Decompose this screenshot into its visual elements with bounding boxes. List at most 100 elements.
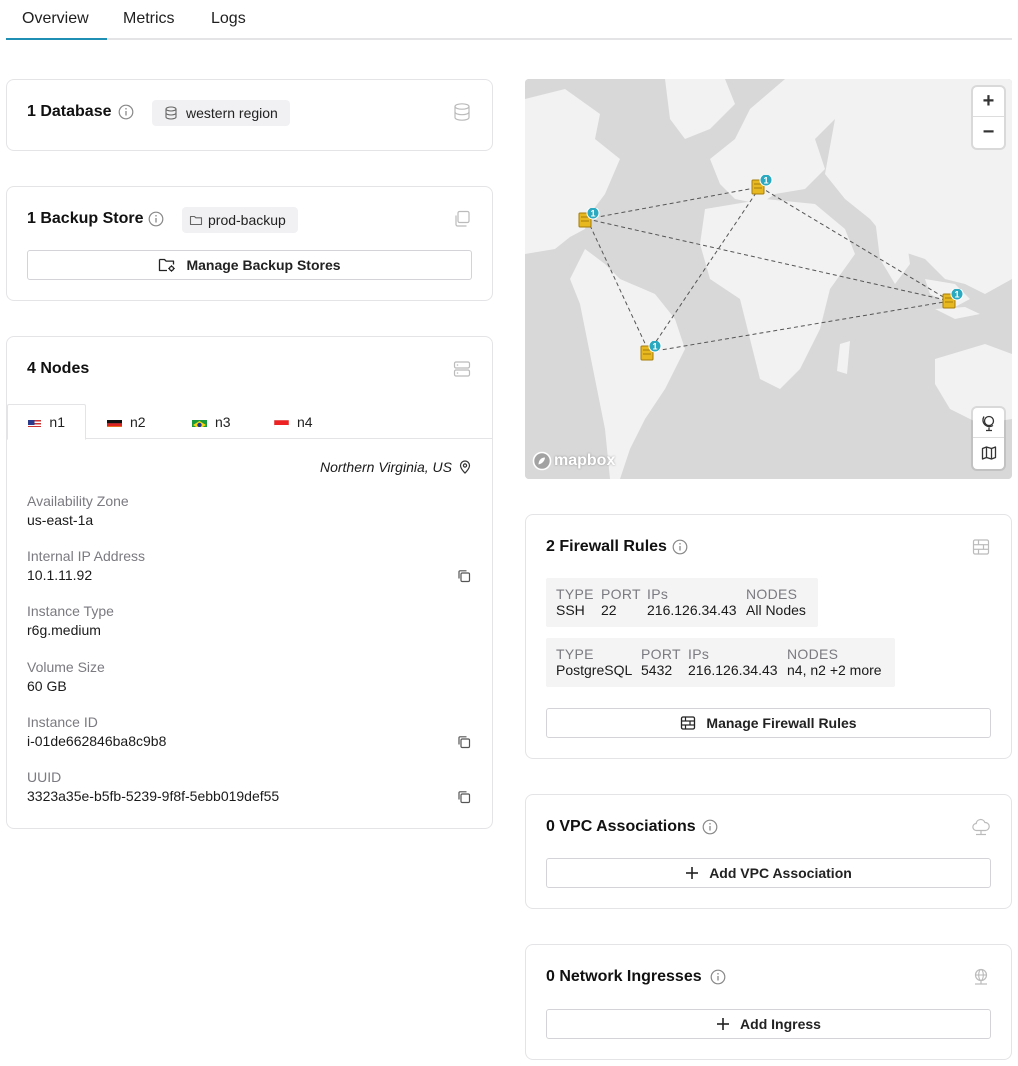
nodes-title: 4 Nodes — [27, 360, 90, 377]
rule-type-value: PostgreSQL — [556, 662, 633, 678]
globe-view-button[interactable] — [973, 408, 1004, 438]
availability-zone-label: Availability Zone — [27, 493, 129, 509]
folder-icon — [189, 215, 203, 226]
rule-type-value: SSH — [556, 602, 585, 618]
node-tab-label: n4 — [297, 413, 313, 430]
node-marker-n4[interactable]: 1 — [942, 287, 966, 316]
info-icon[interactable] — [672, 539, 688, 555]
rule-port-header: PORT — [641, 646, 681, 662]
manage-backup-stores-button[interactable]: Manage Backup Stores — [27, 250, 472, 280]
tab-metrics[interactable]: Metrics — [107, 0, 191, 40]
zoom-out-button[interactable]: − — [973, 117, 1004, 147]
region-chip: western region — [152, 100, 290, 126]
database-title: 1 Database — [27, 103, 112, 120]
instance-id-value: i-01de662846ba8c9b8 — [27, 733, 167, 749]
rule-nodes-header: NODES — [746, 586, 798, 602]
top-tabs: Overview Metrics Logs — [6, 0, 1012, 40]
cloud-network-icon — [972, 818, 990, 836]
rule-port-header: PORT — [601, 586, 641, 602]
server-marker-icon: 1 — [578, 206, 600, 228]
tab-logs[interactable]: Logs — [195, 0, 262, 40]
rule-ips-value: 216.126.34.43 — [647, 602, 737, 618]
sg-flag-icon — [274, 417, 289, 427]
manage-firewall-rules-button[interactable]: Manage Firewall Rules — [546, 708, 991, 738]
marker-count: 1 — [763, 176, 768, 186]
node-tab-label: n3 — [215, 413, 231, 430]
marker-count: 1 — [954, 290, 959, 300]
server-marker-icon: 1 — [751, 173, 773, 195]
backup-card: 1 Backup Store prod-backup Manage Backup… — [6, 186, 493, 301]
globe-icon — [981, 415, 994, 431]
vpc-title: 0 VPC Associations — [546, 818, 696, 835]
node-marker-n3[interactable]: 1 — [640, 339, 664, 368]
firewall-icon — [972, 539, 990, 555]
region-chip-label: western region — [186, 105, 278, 121]
firewall-rule: TYPE PostgreSQL PORT 5432 IPs 216.126.34… — [546, 638, 895, 687]
internal-ip-value: 10.1.11.92 — [27, 567, 93, 583]
info-icon[interactable] — [118, 104, 134, 120]
database-icon — [454, 103, 470, 121]
rule-type-header: TYPE — [556, 646, 594, 662]
availability-zone-value: us-east-1a — [27, 512, 94, 528]
instance-type-value: r6g.medium — [27, 622, 101, 638]
ingress-title: 0 Network Ingresses — [546, 968, 702, 985]
server-icon — [453, 361, 471, 377]
world-map — [525, 79, 1012, 479]
folder-settings-icon — [159, 258, 176, 272]
copy-stack-icon — [455, 210, 470, 227]
backup-store-chip-label: prod-backup — [208, 212, 286, 228]
node-location: Northern Virginia, US — [320, 459, 472, 475]
node-tab-n1[interactable]: n1 — [7, 404, 86, 440]
zoom-in-button[interactable]: + — [973, 87, 1004, 117]
nodes-card: 4 Nodes n1 n2 n3 n4 Northern Virginia, U… — [6, 336, 493, 829]
rule-nodes-header: NODES — [787, 646, 839, 662]
manage-firewall-rules-label: Manage Firewall Rules — [706, 715, 857, 731]
rule-nodes-value: All Nodes — [746, 602, 806, 618]
map-icon — [981, 446, 996, 460]
globe-network-icon — [974, 968, 988, 985]
vpc-card: 0 VPC Associations Add VPC Association — [525, 794, 1012, 909]
add-ingress-label: Add Ingress — [740, 1016, 821, 1032]
node-tab-n2[interactable]: n2 — [87, 404, 166, 439]
rule-nodes-value: n4, n2 +2 more — [787, 662, 882, 678]
add-ingress-button[interactable]: Add Ingress — [546, 1009, 991, 1039]
info-icon[interactable] — [148, 211, 164, 227]
node-tab-label: n2 — [130, 413, 146, 430]
volume-size-label: Volume Size — [27, 659, 105, 675]
copy-icon[interactable] — [457, 735, 471, 749]
mapbox-logo[interactable]: mapbox — [532, 451, 615, 471]
node-marker-n2[interactable]: 1 — [751, 173, 775, 202]
instance-id-label: Instance ID — [27, 714, 98, 730]
volume-size-value: 60 GB — [27, 678, 67, 694]
copy-icon[interactable] — [457, 790, 471, 804]
br-flag-icon — [192, 417, 207, 427]
us-flag-icon — [28, 417, 42, 427]
node-tab-n4[interactable]: n4 — [254, 404, 333, 439]
mapbox-label: mapbox — [554, 452, 616, 469]
location-pin-icon — [459, 460, 471, 474]
ingress-card: 0 Network Ingresses Add Ingress — [525, 944, 1012, 1060]
backup-title: 1 Backup Store — [27, 210, 144, 227]
rule-ips-value: 216.126.34.43 — [688, 662, 778, 678]
copy-icon[interactable] — [457, 569, 471, 583]
server-marker-icon: 1 — [942, 287, 964, 309]
manage-backup-stores-label: Manage Backup Stores — [186, 257, 341, 273]
rule-ips-header: IPs — [688, 646, 710, 662]
tab-overview[interactable]: Overview — [6, 0, 107, 40]
info-icon[interactable] — [710, 969, 726, 985]
node-location-label: Northern Virginia, US — [319, 459, 452, 475]
add-vpc-association-button[interactable]: Add VPC Association — [546, 858, 991, 888]
instance-type-label: Instance Type — [27, 603, 114, 619]
node-tab-n3[interactable]: n3 — [172, 404, 251, 439]
rule-type-header: TYPE — [556, 586, 594, 602]
node-tabs: n1 n2 n3 n4 — [7, 404, 492, 440]
node-marker-n1[interactable]: 1 — [578, 206, 602, 235]
rule-ips-header: IPs — [647, 586, 669, 602]
firewall-icon — [681, 716, 696, 730]
info-icon[interactable] — [702, 819, 718, 835]
node-map[interactable]: 1 1 1 1 + − mapbox — [525, 79, 1012, 479]
uuid-value: 3323a35e-b5fb-5239-9f8f-5ebb019def55 — [27, 788, 280, 804]
map-view-button[interactable] — [973, 438, 1004, 468]
uuid-label: UUID — [27, 769, 62, 785]
server-marker-icon: 1 — [640, 339, 662, 361]
